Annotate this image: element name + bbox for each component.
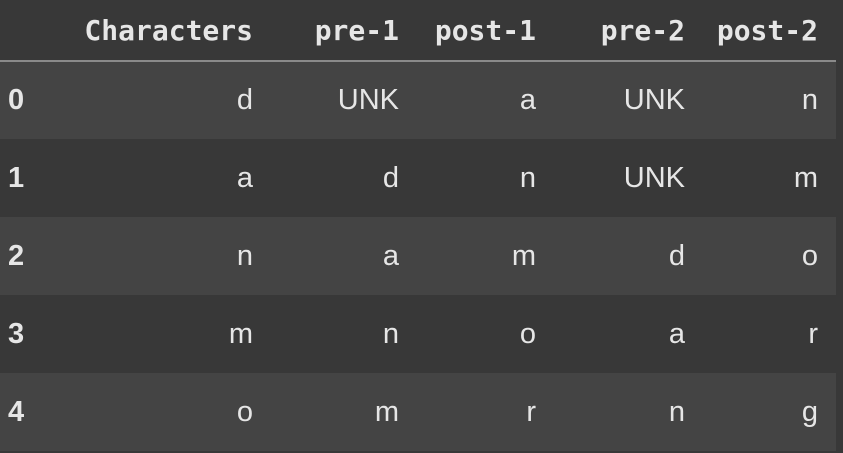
- column-header: Characters: [58, 0, 271, 62]
- table-row: 3 m n o a r: [0, 295, 836, 373]
- row-index: 2: [8, 239, 25, 272]
- column-header: pre-2: [554, 0, 703, 62]
- header-row: Characters pre-1 post-1 pre-2 post-2: [0, 0, 836, 62]
- table-cell: n: [236, 239, 253, 272]
- dataframe-table: Characters pre-1 post-1 pre-2 post-2 0 d…: [0, 0, 836, 451]
- table-cell: n: [382, 317, 399, 350]
- dataframe-output: Characters pre-1 post-1 pre-2 post-2 0 d…: [0, 0, 843, 453]
- row-index: 3: [8, 317, 25, 350]
- table-row: 0 d UNK a UNK n: [0, 61, 836, 139]
- table-cell: a: [382, 239, 399, 272]
- table-cell: n: [668, 395, 685, 428]
- table-cell: a: [236, 161, 253, 194]
- row-index: 1: [8, 161, 25, 194]
- table-cell: m: [793, 161, 818, 194]
- row-index: 0: [8, 84, 25, 116]
- table-cell: r: [526, 395, 536, 428]
- column-header: post-1: [417, 0, 554, 62]
- table-row: 1 a d n UNK m: [0, 139, 836, 217]
- table-cell: n: [801, 84, 818, 116]
- table-cell: g: [801, 395, 818, 428]
- index-header: [0, 0, 58, 62]
- table-cell: o: [801, 239, 818, 272]
- table-cell: a: [668, 317, 685, 350]
- table-cell: o: [236, 395, 253, 428]
- table-cell: d: [236, 84, 253, 116]
- table-cell: UNK: [337, 84, 399, 116]
- table-cell: UNK: [623, 84, 685, 116]
- table-cell: d: [668, 239, 685, 272]
- table-cell: a: [519, 84, 536, 116]
- column-header: pre-1: [271, 0, 417, 62]
- table-cell: m: [511, 239, 536, 272]
- column-header: post-2: [703, 0, 836, 62]
- table-row: 4 o m r n g: [0, 373, 836, 451]
- table-cell: r: [808, 317, 818, 350]
- table-cell: n: [519, 161, 536, 194]
- row-index: 4: [8, 395, 25, 428]
- table-cell: o: [519, 317, 536, 350]
- table-cell: m: [228, 317, 253, 350]
- table-cell: d: [382, 161, 399, 194]
- table-row: 2 n a m d o: [0, 217, 836, 295]
- table-cell: m: [374, 395, 399, 428]
- table-cell: UNK: [623, 161, 685, 194]
